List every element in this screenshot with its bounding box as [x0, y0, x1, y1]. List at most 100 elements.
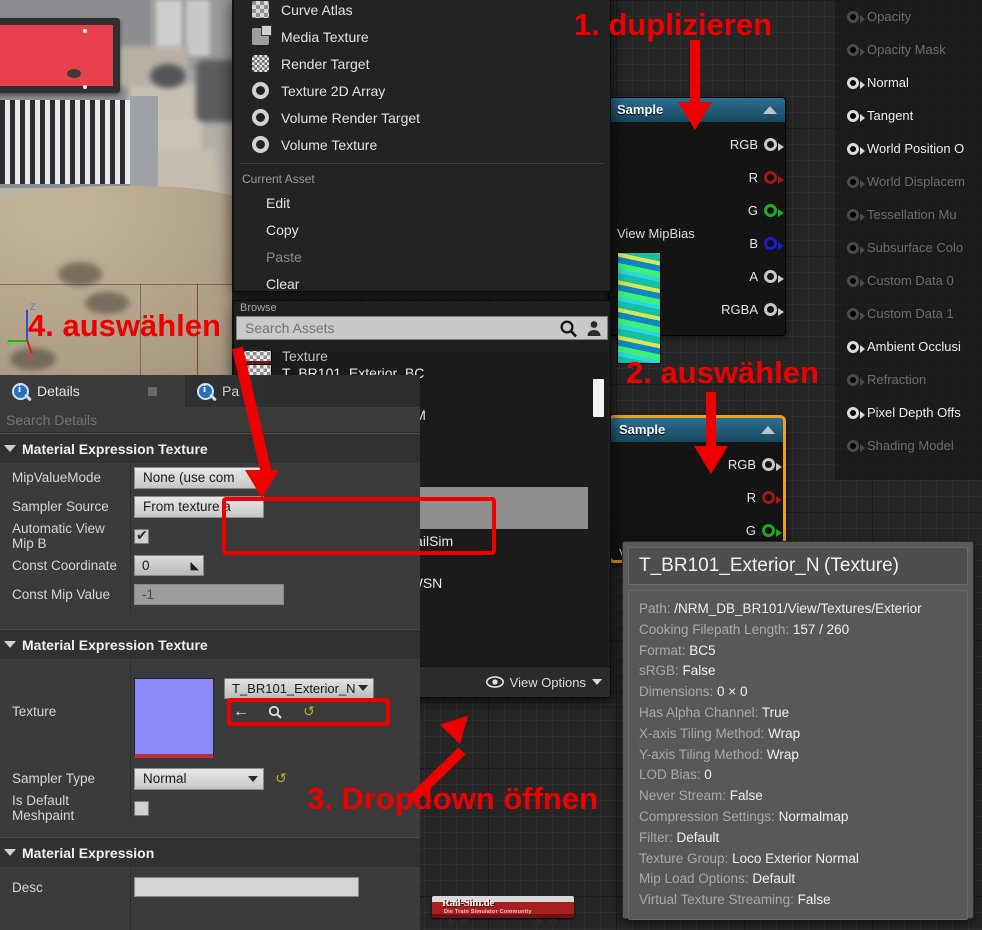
desc-input[interactable] [134, 877, 359, 897]
prop-mipvaluemode[interactable]: MipValueMode None (use com [0, 463, 420, 492]
pin-icon[interactable] [764, 303, 784, 316]
asset-list-scrollbar[interactable] [593, 379, 604, 417]
material-output-node[interactable]: Opacity Opacity Mask Normal Tangent Worl… [835, 0, 982, 480]
pin-icon[interactable] [847, 307, 865, 320]
pin-icon[interactable] [847, 175, 865, 188]
texture-preview-thumbnail[interactable] [134, 677, 214, 758]
pin-icon[interactable] [847, 208, 865, 221]
chevron-down-icon[interactable] [4, 849, 16, 856]
picker-search-bar[interactable] [236, 316, 608, 340]
list-item[interactable]: T_BR101_Decals_BCTexture [236, 351, 608, 366]
reset-to-default-icon[interactable]: ↺ [272, 770, 290, 788]
asset-context-menu[interactable]: Curve Atlas Media Texture Render Target … [233, 0, 611, 306]
pin-icon[interactable] [764, 138, 784, 151]
material-output-ambient-occlusion[interactable]: Ambient Occlusi [835, 330, 982, 363]
tab-details[interactable]: Details [0, 375, 185, 407]
prop-const-mip-value[interactable]: Const Mip Value -1 [0, 580, 420, 609]
texture-asset-combobox[interactable]: T_BR101_Exterior_N [224, 677, 374, 699]
search-details-input[interactable] [0, 411, 420, 428]
menu-item-media-texture[interactable]: Media Texture [234, 23, 610, 50]
menu-item-render-target[interactable]: Render Target [234, 50, 610, 77]
pin-icon[interactable] [847, 109, 865, 122]
pin-icon[interactable] [847, 439, 865, 452]
pin-label: G [747, 203, 758, 218]
pin-icon[interactable] [762, 524, 782, 537]
pin-icon[interactable] [764, 204, 784, 217]
material-output-shading-model[interactable]: Shading Model [835, 429, 982, 462]
menu-item-volume-texture[interactable]: Volume Texture [234, 131, 610, 158]
tooltip-value: 0 × 0 [717, 684, 748, 700]
pin-icon[interactable] [847, 241, 865, 254]
node-titlebar[interactable]: Sample [611, 418, 783, 442]
pin-label: B [749, 236, 758, 251]
material-output-world-position-offset[interactable]: World Position O [835, 132, 982, 165]
material-output-world-displacement[interactable]: World Displacem [835, 165, 982, 198]
pin-icon[interactable] [764, 171, 784, 184]
spinner-icon[interactable]: ◣ [191, 559, 199, 572]
pin-tab-icon[interactable] [147, 386, 157, 396]
section-header-material-expression-texture-1[interactable]: Material Expression Texture [0, 433, 420, 463]
material-output-normal[interactable]: Normal [835, 66, 982, 99]
material-output-tangent[interactable]: Tangent [835, 99, 982, 132]
tooltip-value: False [682, 663, 716, 679]
media-texture-icon [252, 25, 272, 45]
pin-icon[interactable] [847, 373, 865, 386]
user-filter-icon[interactable] [581, 317, 607, 339]
automatic-view-mip-bias-checkbox[interactable] [134, 527, 149, 544]
details-tabbar[interactable]: Details Pa [0, 375, 420, 407]
menu-item-copy[interactable]: Copy [234, 216, 610, 243]
search-icon[interactable] [555, 317, 581, 339]
sampler-type-combobox[interactable]: Normal [134, 767, 264, 790]
material-output-custom-data-0[interactable]: Custom Data 0 [835, 264, 982, 297]
menu-divider [240, 163, 604, 164]
node-output-rgb[interactable]: RGB [615, 128, 784, 161]
pin-icon[interactable] [847, 340, 865, 353]
output-label: Opacity [867, 9, 912, 24]
node-input-view-mipbias[interactable]: View MipBias [617, 226, 695, 241]
chevron-up-icon[interactable] [763, 105, 777, 114]
menu-item-edit[interactable]: Edit [234, 189, 610, 216]
material-output-custom-data-1[interactable]: Custom Data 1 [835, 297, 982, 330]
menu-item-clear[interactable]: Clear [234, 270, 610, 297]
chevron-down-icon[interactable] [248, 775, 258, 782]
search-assets-input[interactable] [237, 320, 555, 336]
material-output-opacity-mask[interactable]: Opacity Mask [835, 33, 982, 66]
material-output-subsurface-color[interactable]: Subsurface Colo [835, 231, 982, 264]
pin-icon[interactable] [847, 406, 865, 419]
prop-const-coordinate[interactable]: Const Coordinate 0 ◣ [0, 551, 420, 580]
node-output-r[interactable]: R [617, 481, 782, 514]
material-output-tessellation-multiplier[interactable]: Tessellation Mu [835, 198, 982, 231]
pin-icon[interactable] [764, 270, 784, 283]
pin-icon[interactable] [847, 43, 865, 56]
details-search-row[interactable] [0, 407, 420, 433]
texture-sample-node-1[interactable]: Sample View MipBias RGB R G B A RGBA [608, 97, 786, 364]
node-output-g[interactable]: G [615, 194, 784, 227]
const-coordinate-field[interactable]: 0 ◣ [134, 555, 204, 576]
material-output-pixel-depth-offset[interactable]: Pixel Depth Offs [835, 396, 982, 429]
details-panel[interactable]: Details Pa Material Expression Texture M… [0, 375, 420, 930]
menu-item-curve-atlas[interactable]: Curve Atlas [234, 0, 610, 23]
section-header-material-expression-texture-2[interactable]: Material Expression Texture [0, 629, 420, 659]
tooltip-row: Never Stream: False [639, 786, 957, 807]
pin-icon[interactable] [762, 491, 782, 504]
chevron-down-icon[interactable] [358, 685, 368, 691]
pin-icon[interactable] [847, 76, 865, 89]
prop-desc[interactable]: Desc [0, 867, 420, 907]
is-default-meshpaint-checkbox[interactable] [134, 800, 149, 816]
chevron-up-icon[interactable] [761, 425, 775, 434]
material-output-refraction[interactable]: Refraction [835, 363, 982, 396]
chevron-down-icon[interactable] [4, 641, 16, 648]
node-output-r[interactable]: R [615, 161, 784, 194]
pin-icon[interactable] [847, 274, 865, 287]
material-output-opacity[interactable]: Opacity [835, 0, 982, 33]
render-target-icon [252, 55, 269, 72]
section-header-material-expression[interactable]: Material Expression [0, 837, 420, 867]
chevron-down-icon[interactable] [4, 445, 16, 452]
pin-icon[interactable] [764, 237, 784, 250]
pin-icon[interactable] [762, 458, 782, 471]
view-options-button[interactable]: View Options [485, 675, 602, 690]
menu-item-volume-render-target[interactable]: Volume Render Target [234, 104, 610, 131]
pin-icon[interactable] [847, 10, 865, 23]
menu-item-texture-2d-array[interactable]: Texture 2D Array [234, 77, 610, 104]
pin-icon[interactable] [847, 142, 865, 155]
